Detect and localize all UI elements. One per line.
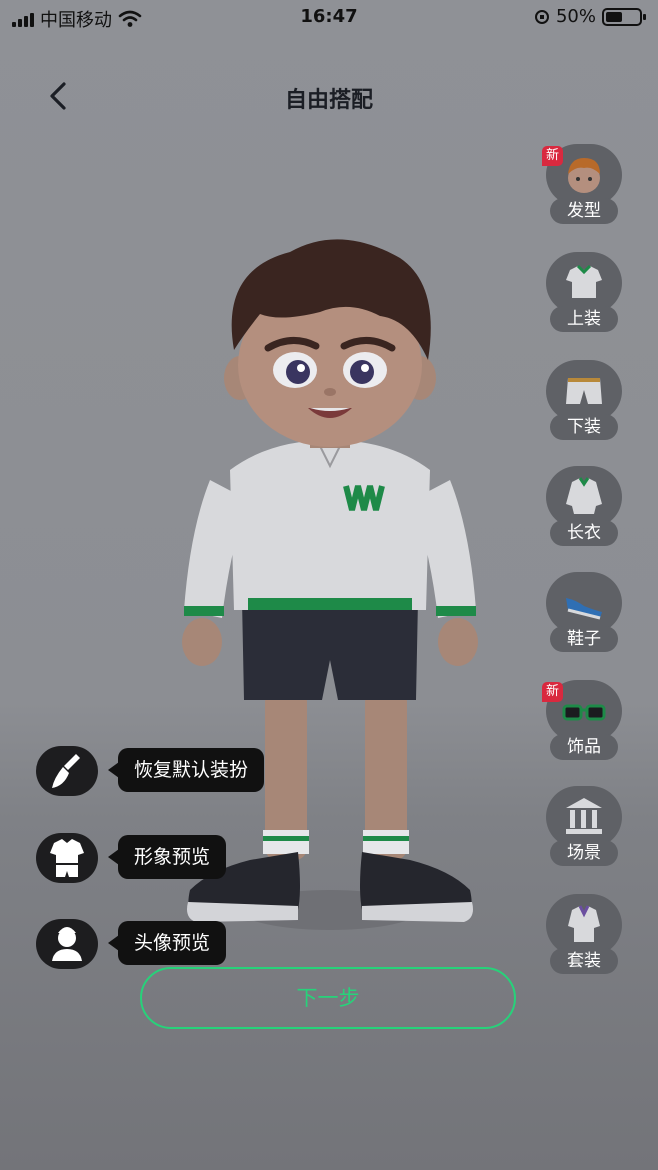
- category-bottoms[interactable]: 下装: [542, 360, 622, 444]
- action-icon-bg: [36, 746, 98, 796]
- new-badge: 新: [542, 682, 564, 702]
- page-title: 自由搭配: [284, 88, 373, 113]
- outfit-icon: [50, 839, 84, 877]
- suit-icon: [568, 905, 600, 942]
- status-bar: 中国移动 16:47 50%: [0, 0, 658, 34]
- category-label: 套装: [550, 948, 618, 974]
- battery-fill: [606, 11, 622, 22]
- action-icon-bg: [36, 833, 98, 883]
- category-label: 鞋子: [550, 626, 618, 652]
- bottoms-icon: [566, 378, 602, 404]
- restore-default-label: 恢复默认装扮: [107, 748, 265, 792]
- building-icon: [566, 798, 602, 834]
- portrait-icon: [52, 927, 82, 961]
- battery-icon: [602, 7, 646, 26]
- long-shirt-icon: [566, 477, 602, 514]
- category-label: 上装: [550, 306, 618, 332]
- glasses-icon: [562, 704, 606, 721]
- broom-icon: [52, 754, 80, 788]
- action-icon-bg: [36, 919, 98, 969]
- category-long-shirt[interactable]: 长衣: [542, 466, 622, 550]
- top-icon: [566, 264, 602, 298]
- category-scene[interactable]: 场景: [542, 786, 622, 870]
- category-label: 长衣: [550, 520, 618, 546]
- category-hairstyle[interactable]: 发型 新: [542, 144, 622, 228]
- category-label: 下装: [550, 414, 618, 440]
- category-accessories[interactable]: 饰品 新: [542, 680, 622, 764]
- portrait-preview-label: 头像预览: [107, 921, 227, 965]
- category-top[interactable]: 上装: [542, 252, 622, 336]
- battery-percent: 50%: [555, 6, 596, 27]
- category-shoes[interactable]: 鞋子: [542, 572, 622, 656]
- rotation-lock-icon: [534, 9, 549, 24]
- new-badge: 新: [542, 146, 564, 166]
- category-label: 饰品: [550, 734, 618, 760]
- category-label: 场景: [550, 840, 618, 866]
- outfit-preview-label: 形象预览: [107, 835, 227, 879]
- category-suit[interactable]: 套装: [542, 894, 622, 978]
- next-step-button[interactable]: 下一步: [140, 967, 516, 1029]
- hairstyle-icon: [568, 158, 600, 193]
- header: 自由搭配: [0, 72, 658, 122]
- category-label: 发型: [550, 198, 618, 224]
- shoe-icon: [566, 598, 602, 620]
- status-right: 50%: [534, 6, 646, 27]
